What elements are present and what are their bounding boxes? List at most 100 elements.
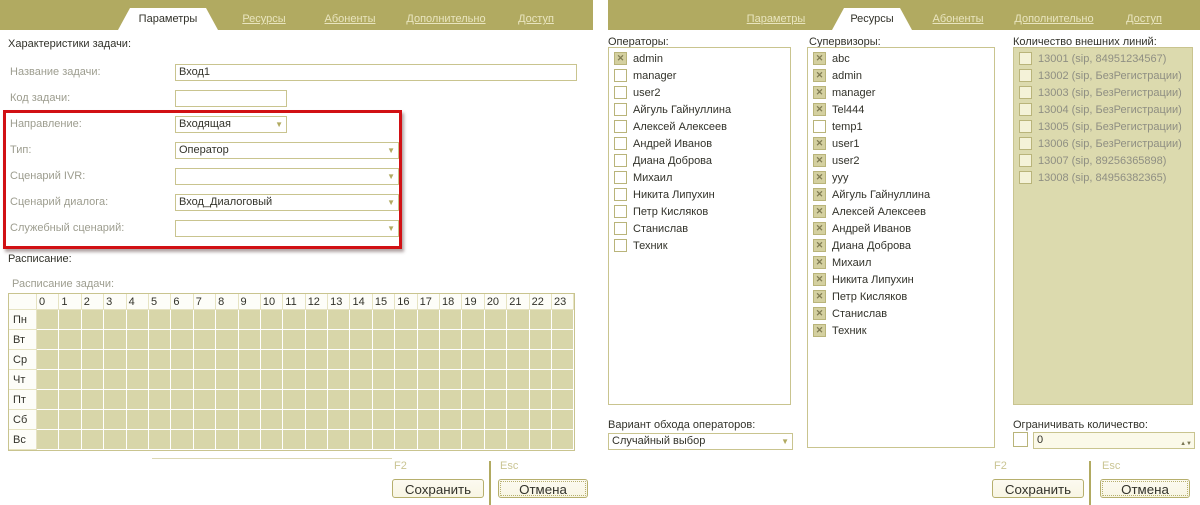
unchecked-checkbox-icon[interactable] bbox=[813, 120, 826, 133]
unchecked-checkbox-icon[interactable] bbox=[614, 222, 627, 235]
schedule-cell[interactable] bbox=[418, 390, 440, 410]
schedule-cell[interactable] bbox=[440, 390, 462, 410]
schedule-cell[interactable] bbox=[418, 410, 440, 430]
schedule-cell[interactable] bbox=[418, 370, 440, 390]
schedule-cell[interactable] bbox=[395, 430, 417, 450]
schedule-cell[interactable] bbox=[306, 390, 328, 410]
schedule-cell[interactable] bbox=[82, 370, 104, 390]
schedule-cell[interactable] bbox=[239, 390, 261, 410]
unchecked-checkbox-icon[interactable] bbox=[614, 69, 627, 82]
checked-checkbox-icon[interactable]: ✕ bbox=[813, 69, 826, 82]
schedule-cell[interactable] bbox=[171, 350, 193, 370]
schedule-cell[interactable] bbox=[328, 410, 350, 430]
schedule-cell[interactable] bbox=[306, 410, 328, 430]
schedule-cell[interactable] bbox=[37, 410, 59, 430]
schedule-cell[interactable] bbox=[216, 370, 238, 390]
schedule-cell[interactable] bbox=[440, 410, 462, 430]
schedule-cell[interactable] bbox=[552, 430, 574, 450]
unchecked-checkbox-icon[interactable] bbox=[1019, 69, 1032, 82]
schedule-cell[interactable] bbox=[373, 310, 395, 330]
schedule-cell[interactable] bbox=[418, 310, 440, 330]
list-item[interactable]: ✕Диана Доброва bbox=[808, 237, 994, 254]
schedule-cell[interactable] bbox=[194, 310, 216, 330]
schedule-cell[interactable] bbox=[261, 390, 283, 410]
schedule-cell[interactable] bbox=[485, 350, 507, 370]
schedule-cell[interactable] bbox=[306, 350, 328, 370]
schedule-cell[interactable] bbox=[485, 430, 507, 450]
schedule-cell[interactable] bbox=[552, 390, 574, 410]
schedule-cell[interactable] bbox=[283, 330, 305, 350]
tab-right-2[interactable]: Абоненты bbox=[918, 8, 998, 30]
schedule-cell[interactable] bbox=[261, 410, 283, 430]
schedule-cell[interactable] bbox=[104, 330, 126, 350]
schedule-cell[interactable] bbox=[104, 370, 126, 390]
unchecked-checkbox-icon[interactable] bbox=[1019, 154, 1032, 167]
checked-checkbox-icon[interactable]: ✕ bbox=[614, 52, 627, 65]
schedule-cell[interactable] bbox=[239, 350, 261, 370]
list-item[interactable]: 13008 (sip, 84956382365) bbox=[1014, 169, 1192, 186]
list-item[interactable]: temp1 bbox=[808, 118, 994, 135]
schedule-cell[interactable] bbox=[350, 410, 372, 430]
schedule-cell[interactable] bbox=[373, 330, 395, 350]
schedule-cell[interactable] bbox=[440, 310, 462, 330]
checked-checkbox-icon[interactable]: ✕ bbox=[813, 137, 826, 150]
schedule-cell[interactable] bbox=[328, 330, 350, 350]
schedule-cell[interactable] bbox=[37, 390, 59, 410]
save-button[interactable]: Сохранить bbox=[392, 479, 484, 498]
checked-checkbox-icon[interactable]: ✕ bbox=[813, 171, 826, 184]
schedule-cell[interactable] bbox=[239, 330, 261, 350]
schedule-cell[interactable] bbox=[283, 390, 305, 410]
schedule-cell[interactable] bbox=[373, 430, 395, 450]
schedule-cell[interactable] bbox=[194, 410, 216, 430]
list-item[interactable]: ✕user1 bbox=[808, 135, 994, 152]
unchecked-checkbox-icon[interactable] bbox=[1019, 52, 1032, 65]
schedule-cell[interactable] bbox=[530, 410, 552, 430]
list-item[interactable]: ✕Айгуль Гайнуллина bbox=[808, 186, 994, 203]
schedule-cell[interactable] bbox=[37, 370, 59, 390]
schedule-cell[interactable] bbox=[216, 310, 238, 330]
list-item[interactable]: ✕Михаил bbox=[808, 254, 994, 271]
list-item[interactable]: ✕yyy bbox=[808, 169, 994, 186]
schedule-cell[interactable] bbox=[350, 310, 372, 330]
schedule-cell[interactable] bbox=[127, 370, 149, 390]
schedule-cell[interactable] bbox=[306, 370, 328, 390]
schedule-cell[interactable] bbox=[59, 330, 81, 350]
list-item[interactable]: Михаил bbox=[609, 169, 790, 186]
checked-checkbox-icon[interactable]: ✕ bbox=[813, 239, 826, 252]
unchecked-checkbox-icon[interactable] bbox=[614, 239, 627, 252]
schedule-cell[interactable] bbox=[283, 430, 305, 450]
unchecked-checkbox-icon[interactable] bbox=[1019, 103, 1032, 116]
schedule-cell[interactable] bbox=[127, 350, 149, 370]
schedule-cell[interactable] bbox=[462, 350, 484, 370]
tab-right-4[interactable]: Доступ bbox=[1110, 8, 1178, 30]
schedule-cell[interactable] bbox=[239, 310, 261, 330]
list-item[interactable]: ✕Техник bbox=[808, 322, 994, 339]
schedule-cell[interactable] bbox=[395, 410, 417, 430]
schedule-cell[interactable] bbox=[395, 310, 417, 330]
schedule-cell[interactable] bbox=[328, 370, 350, 390]
schedule-cell[interactable] bbox=[171, 410, 193, 430]
tab-right-3[interactable]: Дополнительно bbox=[1004, 8, 1104, 30]
schedule-cell[interactable] bbox=[59, 390, 81, 410]
list-item[interactable]: Андрей Иванов bbox=[609, 135, 790, 152]
schedule-cell[interactable] bbox=[552, 310, 574, 330]
schedule-cell[interactable] bbox=[507, 330, 529, 350]
unchecked-checkbox-icon[interactable] bbox=[614, 103, 627, 116]
schedule-cell[interactable] bbox=[485, 370, 507, 390]
list-item[interactable]: user2 bbox=[609, 84, 790, 101]
task-code-input[interactable] bbox=[175, 90, 287, 107]
list-item[interactable]: Алексей Алексеев bbox=[609, 118, 790, 135]
schedule-cell[interactable] bbox=[194, 370, 216, 390]
list-item[interactable]: 13003 (sip, БезРегистрации) bbox=[1014, 84, 1192, 101]
schedule-cell[interactable] bbox=[373, 350, 395, 370]
schedule-cell[interactable] bbox=[350, 370, 372, 390]
schedule-cell[interactable] bbox=[350, 350, 372, 370]
schedule-cell[interactable] bbox=[149, 390, 171, 410]
schedule-cell[interactable] bbox=[418, 430, 440, 450]
list-item[interactable]: ✕Никита Липухин bbox=[808, 271, 994, 288]
schedule-cell[interactable] bbox=[261, 370, 283, 390]
schedule-cell[interactable] bbox=[530, 430, 552, 450]
schedule-cell[interactable] bbox=[328, 390, 350, 410]
schedule-cell[interactable] bbox=[239, 370, 261, 390]
schedule-cell[interactable] bbox=[82, 390, 104, 410]
